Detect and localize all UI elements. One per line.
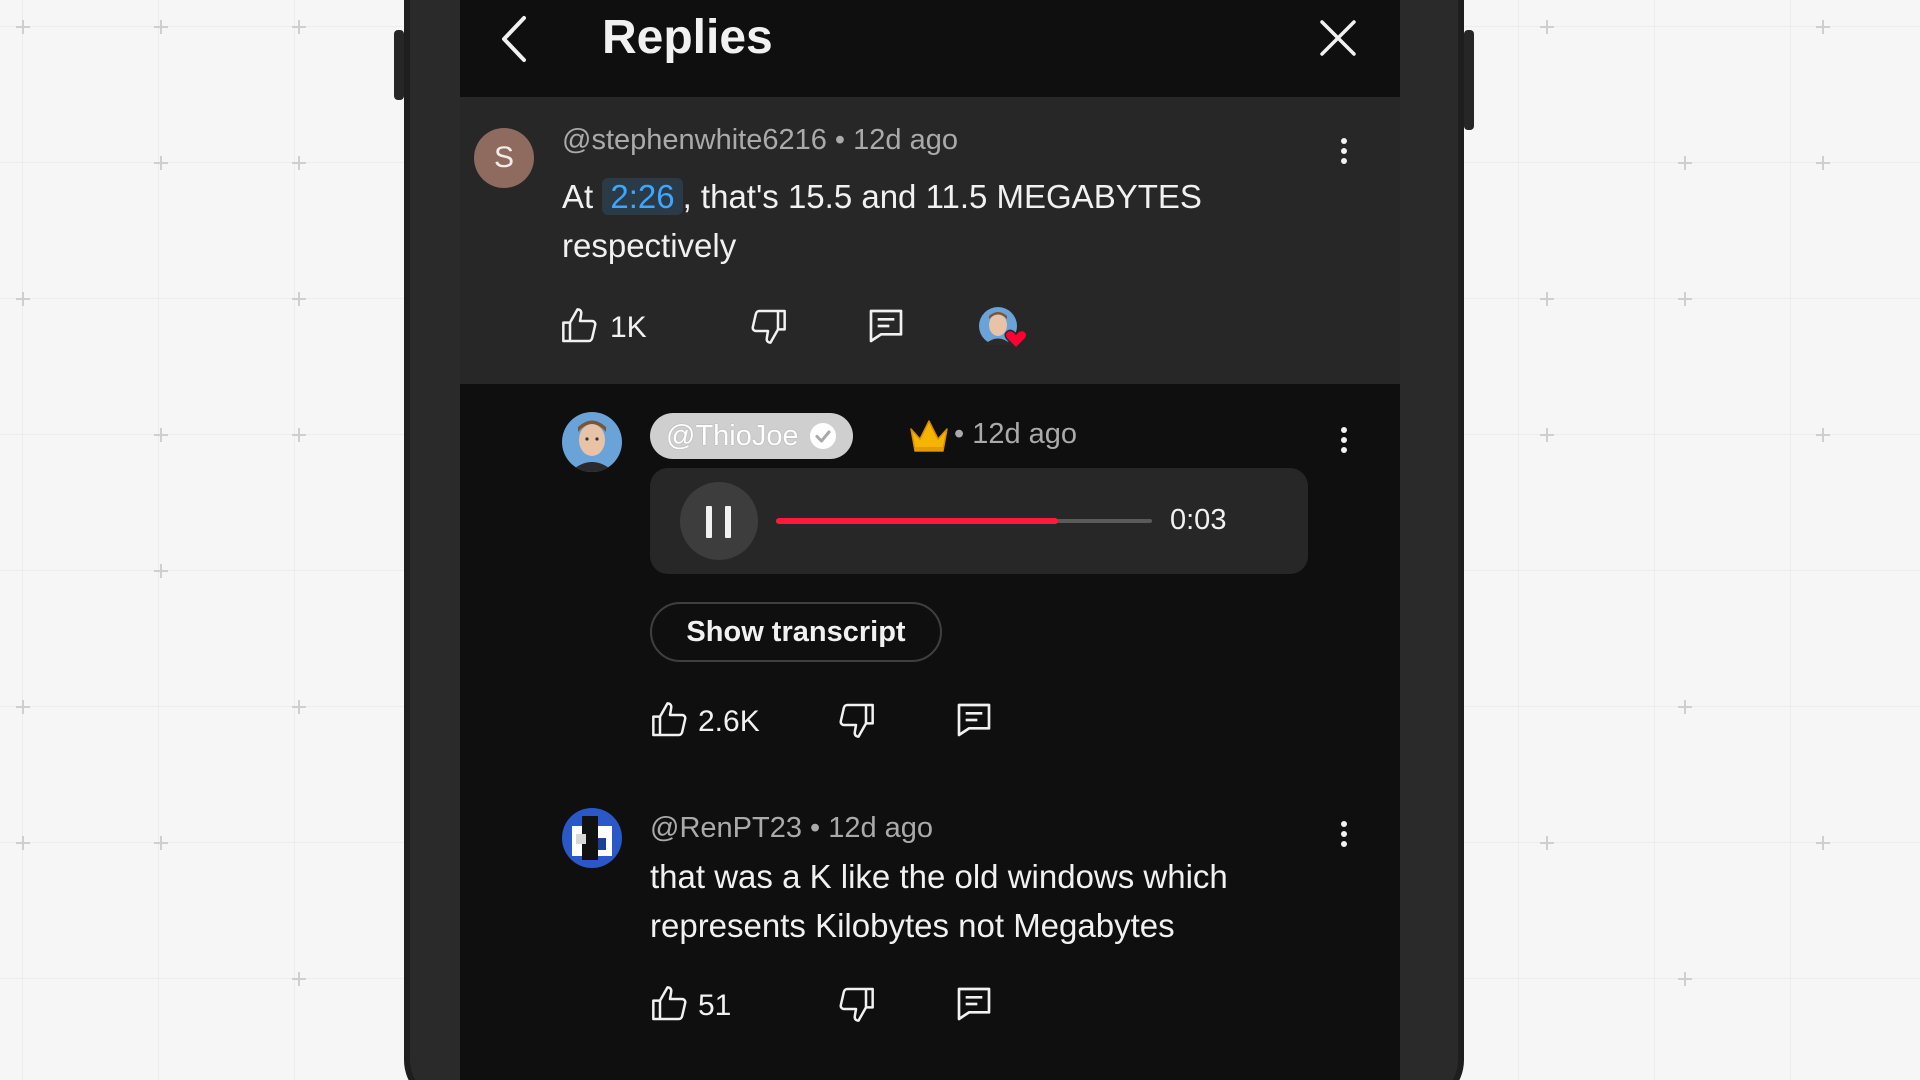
grid-plus-marker — [1816, 156, 1830, 170]
replies-screen: Replies S @stephenwhite6216 • 12d ago At… — [460, 0, 1400, 1080]
grid-plus-marker — [1678, 156, 1692, 170]
thumbs-up-icon — [562, 308, 597, 343]
voice-reply-player: 0:03 — [650, 468, 1308, 574]
grid-plus-marker — [154, 20, 168, 34]
thumbs-down-icon — [839, 703, 874, 738]
reply-text: that was a K like the old windows which … — [650, 858, 1228, 944]
reply-button[interactable] — [954, 984, 994, 1029]
avatar[interactable] — [562, 808, 622, 868]
phone-side-button — [1464, 30, 1474, 130]
more-options-button[interactable] — [1334, 817, 1354, 857]
progress-track[interactable] — [776, 518, 1152, 524]
phone-side-button — [394, 30, 404, 100]
grid-plus-marker — [292, 428, 306, 442]
user-avatar-icon — [562, 808, 622, 868]
comment-time: 12d ago — [853, 124, 958, 156]
reply-time: 12d ago — [828, 812, 934, 844]
avatar[interactable]: S — [474, 128, 534, 188]
grid-plus-marker — [1678, 292, 1692, 306]
user-avatar-icon — [562, 412, 622, 472]
pause-icon — [706, 506, 712, 538]
creator-heart-avatar-icon — [979, 307, 1028, 350]
grid-plus-marker — [292, 292, 306, 306]
reply-time: 12d ago — [972, 418, 1078, 450]
dislike-button[interactable] — [836, 984, 876, 1029]
close-icon — [1320, 20, 1356, 56]
grid-plus-marker — [1540, 20, 1554, 34]
like-count: 1K — [610, 311, 647, 344]
voice-duration: 0:03 — [1170, 504, 1227, 536]
grid-plus-marker — [154, 428, 168, 442]
more-options-button[interactable] — [1334, 134, 1354, 174]
grid-plus-marker — [154, 564, 168, 578]
verified-check-icon — [809, 423, 836, 449]
comment-icon — [957, 987, 991, 1021]
grid-plus-marker — [154, 156, 168, 170]
meta-separator: • — [834, 124, 854, 156]
grid-plus-marker — [1816, 836, 1830, 850]
grid-plus-marker — [1816, 20, 1830, 34]
close-button[interactable] — [1316, 16, 1360, 60]
thumbs-up-icon — [652, 702, 687, 737]
grid-plus-marker — [16, 20, 30, 34]
comment-icon — [957, 703, 991, 737]
creator-name-chip[interactable]: @ThioJoe — [650, 413, 853, 459]
grid-plus-marker — [16, 700, 30, 714]
chevron-left-icon — [502, 16, 526, 62]
crown-icon — [910, 420, 948, 452]
comment-text: At 2:26, that's 15.5 and 11.5 MEGABYTES … — [562, 172, 1322, 270]
page-title: Replies — [602, 11, 773, 64]
crown-badge — [908, 417, 950, 460]
back-button[interactable] — [494, 14, 538, 64]
reply-meta: @RenPT23 • 12d ago — [650, 812, 933, 845]
timestamp-link[interactable]: 2:26 — [602, 178, 683, 215]
grid-plus-marker — [1540, 428, 1554, 442]
reply-author: @ThioJoe — [666, 420, 799, 452]
reply-button[interactable] — [954, 700, 994, 745]
phone-frame: Replies S @stephenwhite6216 • 12d ago At… — [394, 0, 1474, 1080]
grid-plus-marker — [292, 20, 306, 34]
show-transcript-button[interactable]: Show transcript — [650, 602, 942, 662]
meta-separator: • — [810, 812, 829, 844]
avatar[interactable] — [562, 412, 622, 472]
like-button[interactable] — [650, 984, 690, 1029]
grid-plus-marker — [292, 156, 306, 170]
replies-header: Replies — [460, 0, 1400, 98]
parent-comment: S @stephenwhite6216 • 12d ago At 2:26, t… — [460, 98, 1400, 384]
like-button[interactable] — [650, 700, 690, 745]
dislike-button[interactable] — [748, 306, 788, 351]
comment-text-before: At — [562, 178, 594, 215]
like-count: 2.6K — [698, 705, 760, 738]
pause-icon — [725, 506, 731, 538]
grid-plus-marker — [292, 972, 306, 986]
like-count: 51 — [698, 989, 732, 1022]
pause-button[interactable] — [680, 482, 758, 560]
reply-author[interactable]: @RenPT23 — [650, 812, 802, 844]
thumbs-down-icon — [839, 987, 874, 1022]
grid-plus-marker — [16, 836, 30, 850]
like-button[interactable] — [560, 306, 600, 351]
reply-button[interactable] — [866, 306, 906, 351]
comment-meta: @stephenwhite6216 • 12d ago — [562, 124, 958, 157]
dislike-button[interactable] — [836, 700, 876, 745]
grid-plus-marker — [1540, 836, 1554, 850]
grid-plus-marker — [154, 836, 168, 850]
progress-fill — [776, 518, 1058, 524]
comment-author[interactable]: @stephenwhite6216 — [562, 124, 827, 156]
more-options-button[interactable] — [1334, 423, 1354, 463]
thumbs-down-icon — [751, 309, 786, 344]
grid-plus-marker — [1678, 972, 1692, 986]
thumbs-up-icon — [652, 986, 687, 1021]
grid-plus-marker — [1816, 428, 1830, 442]
grid-plus-marker — [16, 292, 30, 306]
grid-plus-marker — [1540, 292, 1554, 306]
comment-icon — [869, 309, 903, 343]
grid-plus-marker — [292, 700, 306, 714]
meta-separator: • — [954, 418, 973, 450]
grid-plus-marker — [1678, 700, 1692, 714]
reply-meta: • 12d ago — [954, 418, 1077, 451]
creator-heart — [978, 306, 1034, 359]
